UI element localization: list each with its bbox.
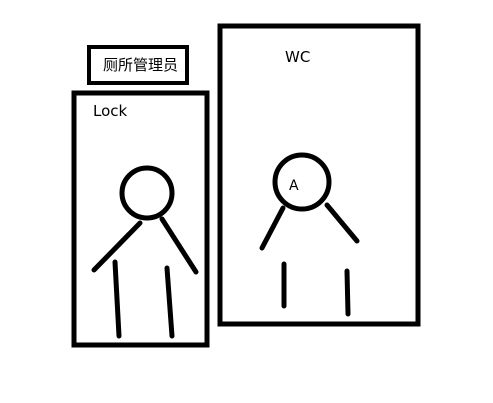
wc-booth: WC A <box>217 23 421 327</box>
wc-booth-person: A <box>259 152 360 317</box>
lock-person-left-leg <box>112 259 122 339</box>
wc-person-head <box>272 152 332 212</box>
manager-sign: 厕所管理员 <box>87 45 189 85</box>
wc-person-label: A <box>289 178 299 194</box>
wc-booth-frame <box>217 23 421 327</box>
lock-person-head <box>119 165 175 221</box>
lock-booth: Lock <box>71 90 210 348</box>
diagram-canvas: 厕所管理员 Lock WC A <box>71 23 421 348</box>
lock-person-right-leg <box>164 265 175 339</box>
lock-booth-person <box>91 165 199 339</box>
wc-booth-label: WC <box>285 48 310 66</box>
wc-person-right-leg <box>344 268 351 317</box>
lock-person-right-arm <box>159 216 199 275</box>
wc-person-left-arm <box>259 205 286 251</box>
lock-booth-label: Lock <box>93 102 128 120</box>
manager-sign-label: 厕所管理员 <box>103 56 178 74</box>
wc-person-right-arm <box>324 202 360 244</box>
